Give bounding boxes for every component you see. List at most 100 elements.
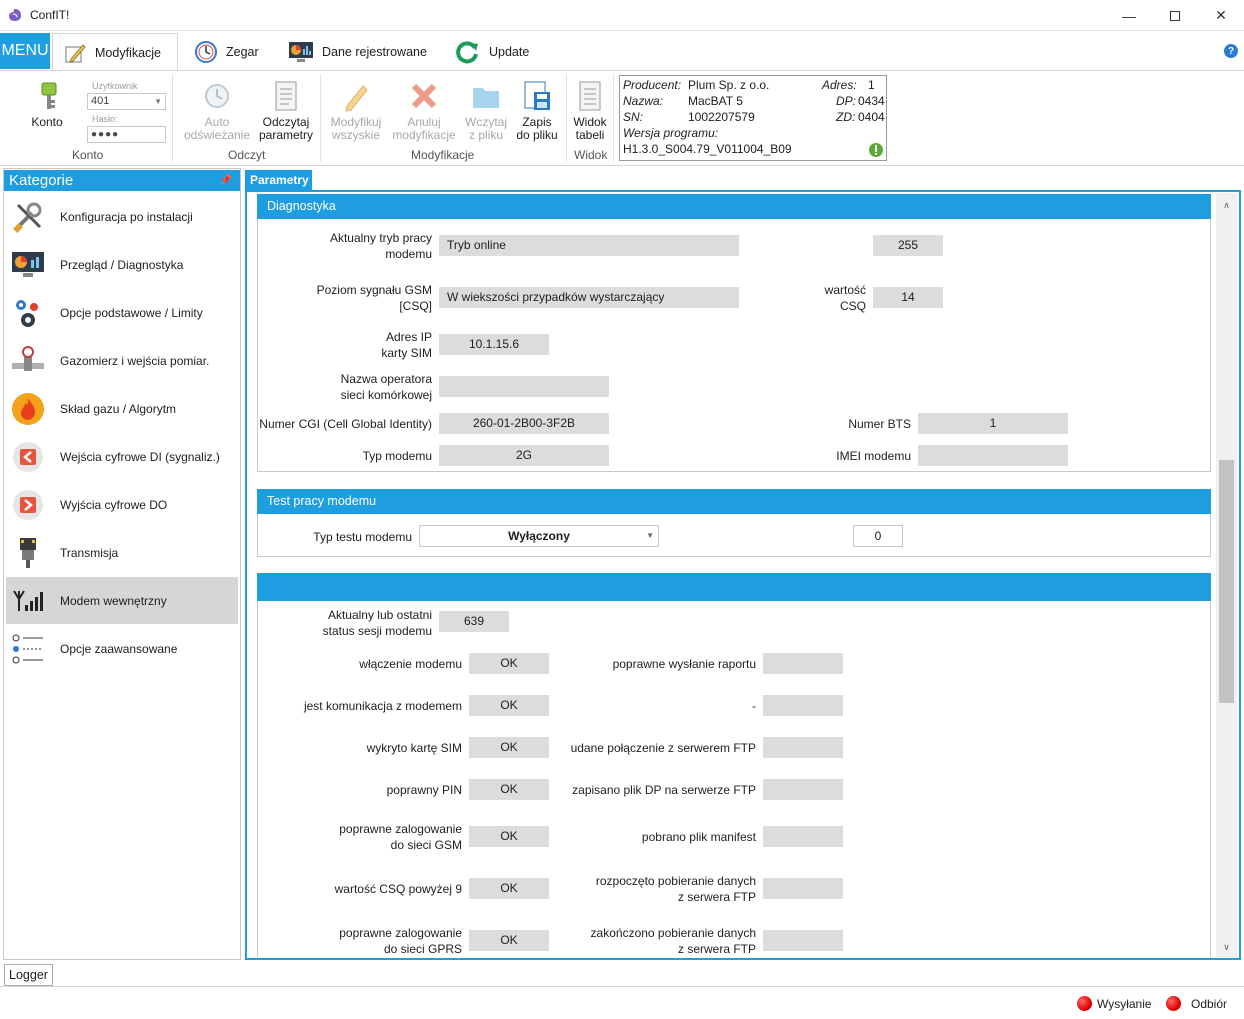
category-opcje-zaawansowane[interactable]: Opcje zaawansowane xyxy=(6,626,238,672)
user-select-value: 401 xyxy=(91,95,110,107)
help-icon[interactable]: ? xyxy=(1224,44,1238,58)
mode-code-value: 255 xyxy=(873,235,943,256)
group-widok-label: Widok xyxy=(574,148,608,162)
read-parameters-button[interactable]: Odczytaj parametry xyxy=(256,80,316,142)
gears-icon xyxy=(11,296,45,330)
sn-value: 1002207579 xyxy=(688,110,755,124)
konto-button-label: Konto xyxy=(31,115,63,129)
chevron-down-icon: ▼ xyxy=(154,97,162,106)
minimize-icon: — xyxy=(1122,7,1136,24)
producer-label: Producent: xyxy=(623,78,682,92)
session-right-value xyxy=(763,779,843,800)
csq-label: wartość CSQ xyxy=(824,283,866,313)
app-logo-icon xyxy=(9,9,21,21)
category-modem-wewnetrzny[interactable]: Modem wewnętrzny xyxy=(6,577,238,624)
tab-parametry[interactable]: Parametry xyxy=(245,170,312,191)
window-title: ConfIT! xyxy=(30,8,70,22)
tab-zegar[interactable]: Zegar xyxy=(184,33,269,70)
zd-value: 0404 xyxy=(858,110,885,124)
close-button[interactable]: ✕ xyxy=(1198,0,1244,31)
category-sklad-gazu[interactable]: Skład gazu / Algorytm xyxy=(6,386,238,432)
menu-button[interactable]: MENU xyxy=(0,33,50,69)
status-ok-icon xyxy=(869,143,883,157)
document-icon xyxy=(275,81,297,111)
group-konto-label: Konto xyxy=(72,148,104,162)
connector-icon xyxy=(11,536,45,570)
cgi-label: Numer CGI (Cell Global Identity) xyxy=(259,417,432,431)
dp-value: 0434 xyxy=(858,94,885,108)
section-test-header: Test pracy modemu xyxy=(257,489,1211,514)
flame-icon xyxy=(11,392,45,426)
test-type-select[interactable]: Wyłączony ▼ xyxy=(419,525,659,547)
device-info-panel: Producent: Plum Sp. z o.o. Nazwa: MacBAT… xyxy=(619,75,887,161)
address-value: 1 xyxy=(868,78,875,92)
test-number-input[interactable]: 0 xyxy=(853,525,903,547)
tab-dane-rejestrowane[interactable]: Dane rejestrowane xyxy=(278,33,437,70)
cancel-modifications-button[interactable]: Anuluj modyfikacje xyxy=(390,80,458,142)
auto-refresh-button[interactable]: Auto odświeżanie xyxy=(182,80,252,142)
modify-all-button[interactable]: Modyfikuj wszyskie xyxy=(326,80,386,142)
user-label: Uzytkownik xyxy=(92,81,138,91)
category-transmisja[interactable]: Transmisja xyxy=(6,530,238,576)
table-view-icon xyxy=(579,81,601,111)
session-left-value: OK xyxy=(469,653,549,674)
zd-label: ZD: xyxy=(836,110,856,124)
konto-button[interactable]: Konto xyxy=(24,80,70,129)
dp-label: DP: xyxy=(836,94,857,108)
session-left-value: OK xyxy=(469,878,549,899)
save-file-label-2: do pliku xyxy=(516,128,558,142)
category-konfiguracja[interactable]: Konfiguracja po instalacji xyxy=(6,194,238,240)
tab-modyfikacje[interactable]: Modyfikacje xyxy=(52,33,178,71)
session-left-value: OK xyxy=(469,826,549,847)
tab-modyfikacje-label: Modyfikacje xyxy=(95,45,161,60)
group-separator xyxy=(320,74,321,162)
category-opcje-podstawowe[interactable]: Opcje podstawowe / Limity xyxy=(6,290,238,336)
version-value: H1.3.0_S004.79_V011004_B09 xyxy=(623,142,792,156)
group-separator xyxy=(613,74,614,162)
save-file-button[interactable]: Zapis do pliku xyxy=(512,80,562,142)
logger-tab[interactable]: Logger xyxy=(4,964,53,986)
category-przeglad[interactable]: Przegląd / Diagnostyka xyxy=(6,242,238,288)
scroll-down-icon[interactable]: ∨ xyxy=(1219,940,1234,955)
sending-led-icon xyxy=(1077,996,1092,1011)
folder-icon xyxy=(473,88,499,108)
operator-value xyxy=(439,376,609,397)
signal-antenna-icon xyxy=(11,584,45,618)
password-field[interactable]: ●●●● xyxy=(87,126,166,143)
session-right-value xyxy=(763,737,843,758)
digital-output-icon xyxy=(11,488,45,522)
name-label: Nazwa: xyxy=(623,94,664,108)
user-select[interactable]: 401 ▼ xyxy=(87,93,166,110)
category-wejscia-cyfrowe[interactable]: Wejścia cyfrowe DI (sygnaliz.) xyxy=(6,434,238,480)
operator-label: Nazwa operatora sieci komórkowej xyxy=(340,372,432,402)
categories-title: Kategorie xyxy=(9,172,74,189)
dashboard-monitor-icon xyxy=(11,248,45,282)
clock-icon xyxy=(195,40,217,63)
receiving-label: Odbiór xyxy=(1191,997,1228,1011)
ip-value: 10.1.15.6 xyxy=(439,334,549,355)
mode-value: Tryb online xyxy=(439,235,739,256)
session-status-label: Aktualny lub ostatni status sesji modemu xyxy=(322,608,432,638)
table-view-label-2: tabeli xyxy=(575,128,605,142)
maximize-icon xyxy=(1170,10,1180,21)
scroll-up-icon[interactable]: ∧ xyxy=(1219,198,1234,213)
read-parameters-label-2: parametry xyxy=(258,128,314,142)
table-view-button[interactable]: Widok tabeli xyxy=(570,80,610,142)
section-session-header xyxy=(257,573,1211,601)
session-right-value xyxy=(763,878,843,899)
category-wyjscia-cyfrowe[interactable]: Wyjścia cyfrowe DO xyxy=(6,482,238,528)
tab-zegar-label: Zegar xyxy=(226,44,259,59)
session-left-label: jest komunikacja z modemem xyxy=(303,699,462,713)
receiving-led-icon xyxy=(1166,996,1181,1011)
tab-update[interactable]: Update xyxy=(445,33,539,70)
category-label: Wyjścia cyfrowe DO xyxy=(60,498,168,512)
load-file-button[interactable]: Wczytaj z pliku xyxy=(460,80,512,142)
maximize-button[interactable] xyxy=(1152,0,1198,31)
session-right-label: rozpoczęto pobieranie danych z serwera FT… xyxy=(595,874,756,904)
pin-icon[interactable]: 📌 xyxy=(220,170,232,191)
imei-label: IMEI modemu xyxy=(836,449,911,463)
gas-meter-icon xyxy=(11,344,45,378)
category-gazomierz[interactable]: Gazomierz i wejścia pomiar. xyxy=(6,338,238,384)
minimize-button[interactable]: — xyxy=(1106,0,1152,31)
scrollbar-thumb[interactable] xyxy=(1219,460,1234,703)
